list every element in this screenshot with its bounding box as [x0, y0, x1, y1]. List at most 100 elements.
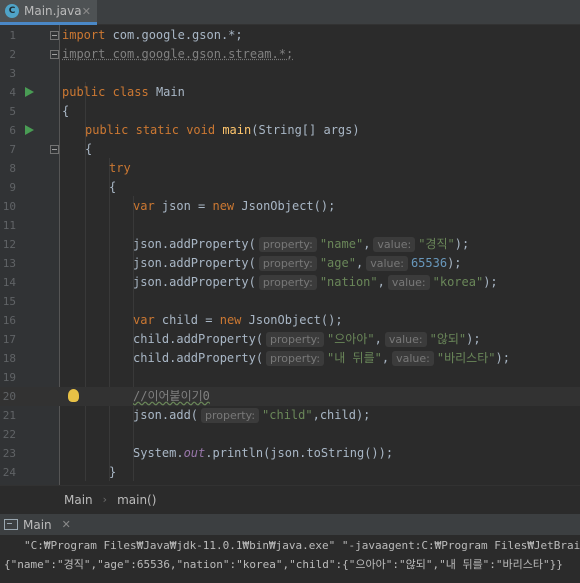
parameter-hint: property:	[258, 275, 317, 290]
code-line: 23 System.out.println(json.toString());	[0, 444, 580, 463]
keyword: public	[85, 123, 129, 137]
method-name: main	[222, 123, 252, 137]
line-number: 3	[9, 67, 16, 80]
code-text: );	[447, 256, 462, 270]
line-number: 5	[9, 105, 16, 118]
code-text: child.addProperty(	[133, 332, 264, 346]
code-line: 8 try	[0, 159, 580, 178]
run-icon[interactable]	[25, 87, 34, 97]
parameter-hint: value:	[384, 332, 427, 347]
line-number: 18	[2, 352, 16, 365]
fold-icon[interactable]	[50, 145, 59, 154]
code-line: 22	[0, 425, 580, 444]
parameter-hint: value:	[392, 351, 434, 366]
line-number: 2	[9, 48, 16, 61]
code-editor[interactable]: 1 import com.google.gson.*; 2 import com…	[0, 25, 580, 485]
fold-icon[interactable]	[50, 50, 59, 59]
code-line: 12 json.addProperty(property: "name", valu…	[0, 235, 580, 254]
console-line-command: "C:₩Program Files₩Java₩jdk-11.0.1₩bin₩ja…	[24, 539, 580, 552]
line-number: 16	[2, 314, 16, 327]
tab-main-java[interactable]: C Main.java ✕	[0, 0, 97, 25]
code-text: child =	[154, 313, 220, 327]
code-line: 5 {	[0, 102, 580, 121]
breadcrumb-item-class[interactable]: Main	[64, 493, 93, 507]
run-icon[interactable]	[25, 125, 34, 135]
parameter-hint: property:	[266, 351, 325, 366]
keyword: static	[135, 123, 179, 137]
code-line: 10 var json = new JsonObject();	[0, 197, 580, 216]
line-number: 20	[2, 390, 16, 403]
code-text: JsonObject();	[234, 199, 336, 213]
parameter-hint: value:	[373, 237, 416, 252]
fold-icon[interactable]	[50, 31, 59, 40]
current-code-line: 20 //이어붙이기0	[0, 387, 580, 406]
code-line: 6 public static void main(String[] args)	[0, 121, 580, 140]
number-literal: 65536	[410, 256, 448, 270]
console-output[interactable]: "C:₩Program Files₩Java₩jdk-11.0.1₩bin₩ja…	[0, 535, 580, 583]
code-text: json =	[154, 199, 213, 213]
code-text: {	[85, 142, 93, 156]
code-line: 21 json.add(property: "child",child);	[0, 406, 580, 425]
line-number: 23	[2, 447, 16, 460]
code-text: );	[495, 351, 510, 365]
code-text: ,	[377, 275, 385, 289]
static-field: out	[183, 446, 206, 460]
keyword: public	[62, 85, 106, 99]
code-line: 24 }	[0, 463, 580, 482]
keyword: class	[112, 85, 149, 99]
keyword: new	[219, 313, 242, 327]
code-line: 9 {	[0, 178, 580, 197]
code-text: {	[109, 180, 117, 194]
close-icon[interactable]: ✕	[82, 5, 91, 18]
breadcrumb-item-method[interactable]: main()	[117, 493, 156, 507]
string-literal: "name"	[319, 237, 364, 251]
code-text: JsonObject();	[241, 313, 343, 327]
editor-tab-bar: C Main.java ✕	[0, 0, 580, 25]
code-text: {	[62, 104, 70, 118]
keyword: import	[62, 28, 106, 42]
code-text: json.add(	[133, 408, 199, 422]
parameter-hint: value:	[387, 275, 430, 290]
line-number: 21	[2, 409, 16, 422]
parameter-hint: property:	[258, 237, 317, 252]
close-icon[interactable]: ✕	[62, 518, 71, 531]
run-tab-label[interactable]: Main	[23, 518, 52, 532]
code-line: 16 var child = new JsonObject();	[0, 311, 580, 330]
keyword: var	[133, 199, 155, 213]
line-number: 17	[2, 333, 16, 346]
string-literal: "경직"	[418, 237, 455, 251]
keyword: new	[212, 199, 235, 213]
code-line: 1 import com.google.gson.*;	[0, 26, 580, 45]
code-text: );	[454, 237, 470, 251]
line-number: 11	[2, 219, 16, 232]
chevron-right-icon: ›	[102, 493, 108, 506]
lightbulb-icon[interactable]	[68, 389, 79, 402]
console-line-output: {"name":"경직","age":65536,"nation":"korea…	[4, 558, 563, 571]
code-line: 3	[0, 64, 580, 83]
code-text: json.addProperty(	[133, 237, 256, 251]
parameter-hint: value:	[366, 256, 408, 271]
code-text: .println(json.toString());	[205, 446, 394, 460]
code-text: ,	[381, 351, 390, 365]
string-literal: "내 뒤를"	[327, 351, 382, 365]
code-text: );	[483, 275, 498, 289]
line-number: 4	[9, 86, 16, 99]
code-text: json.addProperty(	[133, 256, 256, 270]
line-number: 13	[2, 257, 16, 270]
code-text: child.addProperty(	[133, 351, 264, 365]
code-text: ,	[363, 237, 371, 251]
string-literal: "않되"	[429, 332, 467, 346]
breadcrumb: Main › main()	[0, 485, 580, 513]
code-line: 7 {	[0, 140, 580, 159]
line-number: 24	[2, 466, 16, 479]
string-literal: "nation"	[319, 275, 378, 289]
parameter-hint: property:	[258, 256, 317, 271]
tab-label: Main.java	[24, 4, 82, 18]
line-number: 8	[9, 162, 16, 175]
keyword: try	[109, 161, 131, 175]
string-literal: "바리스타"	[436, 351, 496, 365]
code-text: }	[109, 465, 117, 479]
line-number: 14	[2, 276, 16, 289]
line-number: 6	[9, 124, 16, 137]
keyword: void	[186, 123, 216, 137]
